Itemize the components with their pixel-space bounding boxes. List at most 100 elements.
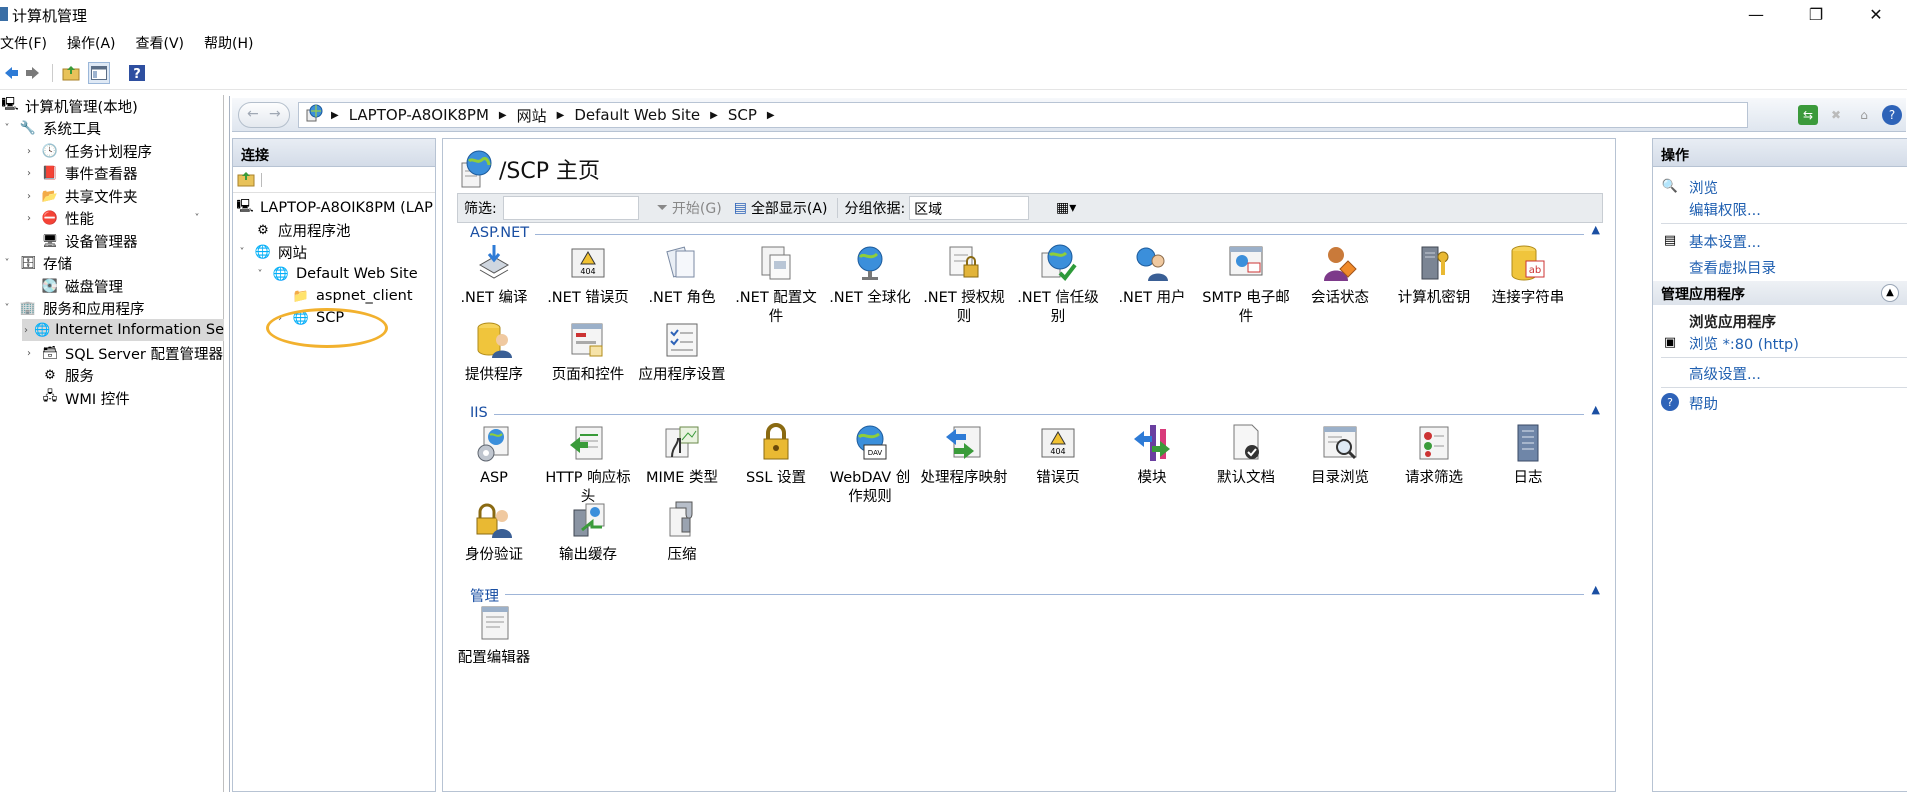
action-browse[interactable]: 浏览 — [1689, 177, 1718, 198]
feature-net-compile[interactable]: .NET 编译 — [447, 243, 541, 308]
nav-forward-icon[interactable]: → — [269, 106, 281, 122]
feature-connection-strings[interactable]: ab 连接字符串 — [1481, 243, 1575, 308]
maximize-button[interactable]: ❐ — [1787, 0, 1845, 30]
action-advanced-settings[interactable]: 高级设置... — [1689, 363, 1761, 384]
chevron-down-icon[interactable]: ˅ — [253, 269, 267, 280]
collapse-icon[interactable]: ▲ — [1592, 403, 1600, 416]
back-icon[interactable] — [0, 62, 22, 84]
feature-net-globalization[interactable]: .NET 全球化 — [823, 243, 917, 308]
conn-app-pools[interactable]: ⚙ 应用程序池 — [235, 219, 350, 241]
feature-machine-key[interactable]: 计算机密钥 — [1387, 243, 1481, 308]
feature-handler-mappings[interactable]: 处理程序映射 — [917, 423, 1011, 488]
crumb-arrow-icon[interactable]: ▶ — [700, 110, 728, 121]
chevron-right-icon[interactable]: › — [22, 168, 36, 179]
help-icon[interactable]: ? — [126, 62, 148, 84]
tree-performance[interactable]: › ⛔ 性能 — [22, 207, 94, 229]
menu-view[interactable]: 查看(V) — [136, 31, 191, 55]
chevron-down-icon[interactable]: ˅ — [235, 247, 249, 258]
feature-providers[interactable]: 提供程序 — [447, 320, 541, 385]
feature-smtp-email[interactable]: SMTP 电子邮件 — [1199, 243, 1293, 327]
tree-shared-folders[interactable]: › 📂 共享文件夹 — [22, 185, 138, 207]
conn-default-site[interactable]: ˅ 🌐 Default Web Site — [253, 263, 418, 285]
tree-disk-management[interactable]: 💽 磁盘管理 — [40, 275, 123, 297]
tree-services[interactable]: ⚙ 服务 — [40, 364, 94, 386]
action-help[interactable]: 帮助 — [1689, 393, 1718, 414]
feature-logging[interactable]: 日志 — [1481, 423, 1575, 488]
action-basic-settings[interactable]: 基本设置... — [1689, 231, 1761, 252]
chevron-down-icon[interactable]: ˅ — [0, 123, 14, 134]
crumb-arrow-icon[interactable]: ▶ — [757, 110, 785, 121]
feature-ssl-settings[interactable]: SSL 设置 — [729, 423, 823, 488]
show-hide-tree-icon[interactable] — [88, 62, 110, 84]
conn-aspnet-client[interactable]: 📁 aspnet_client — [273, 285, 413, 307]
filter-input[interactable] — [502, 196, 639, 220]
tree-event-viewer[interactable]: › 📕 事件查看器 — [22, 162, 138, 184]
feature-app-settings[interactable]: 应用程序设置 — [635, 320, 729, 385]
forward-icon[interactable] — [22, 62, 44, 84]
chevron-down-icon[interactable]: ˅ — [0, 303, 14, 314]
action-browse-port[interactable]: 浏览 *:80 (http) — [1689, 333, 1799, 354]
feature-error-pages[interactable]: 404 错误页 — [1011, 423, 1105, 488]
feature-asp[interactable]: ASP — [447, 423, 541, 488]
add-connection-icon[interactable] — [237, 171, 255, 191]
chevron-right-icon[interactable]: › — [22, 213, 36, 224]
feature-mime-types[interactable]: MIME 类型 — [635, 423, 729, 488]
tree-sql-config[interactable]: › 🗃 SQL Server 配置管理器 — [22, 342, 223, 364]
feature-output-caching[interactable]: 输出缓存 — [541, 500, 635, 565]
menu-file[interactable]: 文件(F) — [0, 31, 53, 55]
stop-icon[interactable]: ✖ — [1826, 105, 1846, 125]
crumb-arrow-icon[interactable]: ▶ — [329, 110, 349, 121]
action-edit-permissions[interactable]: 编辑权限... — [1689, 199, 1761, 220]
crumb-arrow-icon[interactable]: ▶ — [547, 110, 575, 121]
help-icon[interactable]: ? — [1882, 105, 1902, 125]
feature-modules[interactable]: 模块 — [1105, 423, 1199, 488]
tree-scroll-chevron[interactable]: ˅ — [190, 207, 208, 229]
tree-task-scheduler[interactable]: › 🕓 任务计划程序 — [22, 140, 152, 162]
feature-http-response-headers[interactable]: HTTP 响应标头 — [541, 423, 635, 507]
crumb-scp[interactable]: SCP — [728, 106, 757, 124]
minimize-button[interactable]: — — [1727, 0, 1785, 30]
chevron-down-icon[interactable]: ˅ — [0, 258, 14, 269]
crumb-sites[interactable]: 网站 — [517, 105, 547, 126]
view-mode-icon[interactable]: ▦▾ — [1051, 196, 1081, 220]
refresh-icon[interactable]: ⇆ — [1798, 105, 1818, 125]
chevron-right-icon[interactable]: › — [22, 146, 36, 157]
tree-wmi[interactable]: 🖧 WMI 控件 — [40, 387, 130, 409]
chevron-right-icon[interactable]: › — [22, 325, 30, 336]
feature-net-authorization[interactable]: .NET 授权规则 — [917, 243, 1011, 327]
tree-storage[interactable]: ˅ 🗄 存储 — [0, 252, 73, 274]
feature-net-users[interactable]: .NET 用户 — [1105, 243, 1199, 308]
nav-back-icon[interactable]: ← — [247, 106, 259, 122]
feature-session-state[interactable]: 会话状态 — [1293, 243, 1387, 308]
feature-default-document[interactable]: 默认文档 — [1199, 423, 1293, 488]
feature-request-filtering[interactable]: 请求筛选 — [1387, 423, 1481, 488]
feature-directory-browsing[interactable]: 目录浏览 — [1293, 423, 1387, 488]
filter-start-button[interactable]: ⏷ 开始(G) — [657, 198, 722, 218]
crumb-server[interactable]: LAPTOP-A8OIK8PM — [349, 106, 489, 124]
menu-help[interactable]: 帮助(H) — [204, 31, 259, 55]
tree-iis[interactable]: › 🌐 Internet Information Se — [22, 319, 224, 341]
collapse-icon[interactable]: ▲ — [1881, 284, 1899, 302]
tree-system-tools[interactable]: ˅ 🔧 系统工具 — [0, 117, 102, 139]
feature-authentication[interactable]: 身份验证 — [447, 500, 541, 565]
home-icon[interactable]: ⌂ — [1854, 105, 1874, 125]
tree-device-manager[interactable]: 🖥 设备管理器 — [40, 230, 138, 252]
action-view-vdirs[interactable]: 查看虚拟目录 — [1689, 257, 1776, 278]
feature-compression[interactable]: 压缩 — [635, 500, 729, 565]
conn-server[interactable]: 🖳 LAPTOP-A8OIK8PM (LAP — [235, 197, 433, 219]
crumb-arrow-icon[interactable]: ▶ — [489, 110, 517, 121]
chevron-right-icon[interactable]: › — [22, 348, 36, 359]
conn-sites[interactable]: ˅ 🌐 网站 — [235, 241, 308, 263]
group-by-select[interactable]: 区域 — [909, 196, 1030, 220]
show-all-button[interactable]: ▤ 全部显示(A) — [734, 198, 828, 218]
feature-net-trust-levels[interactable]: .NET 信任级别 — [1011, 243, 1105, 327]
collapse-icon[interactable]: ▲ — [1592, 583, 1600, 596]
chevron-down-icon[interactable]: ˅ — [190, 213, 204, 224]
feature-net-profile[interactable]: .NET 配置文件 — [729, 243, 823, 327]
tree-root[interactable]: 🖳 计算机管理(本地) — [0, 95, 138, 117]
feature-pages-controls[interactable]: 页面和控件 — [541, 320, 635, 385]
up-folder-icon[interactable] — [60, 62, 82, 84]
collapse-icon[interactable]: ▲ — [1592, 223, 1600, 236]
tree-services-apps[interactable]: ˅ 🏢 服务和应用程序 — [0, 297, 145, 319]
feature-net-roles[interactable]: .NET 角色 — [635, 243, 729, 308]
